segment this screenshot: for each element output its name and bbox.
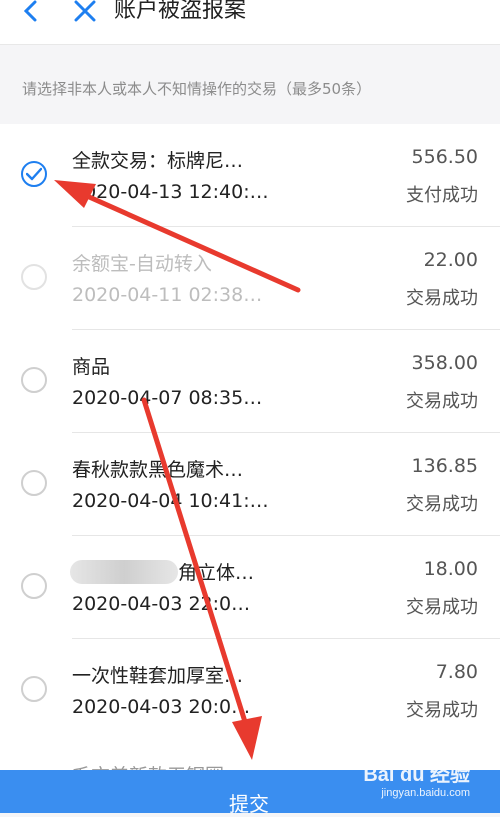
transaction-row[interactable]: 商品 2020-04-07 08:35… 358.00 交易成功 <box>0 330 500 433</box>
transaction-list: 全款交易：标牌尼… 2020-04-13 12:40:… 556.50 支付成功… <box>0 124 500 742</box>
transaction-time: 2020-04-07 08:35… <box>72 387 263 409</box>
transaction-status: 交易成功 <box>406 597 478 618</box>
radio-icon[interactable] <box>21 573 47 599</box>
transaction-amount: 358.00 <box>411 352 478 374</box>
close-icon[interactable] <box>70 0 100 28</box>
transaction-name: 角立体… <box>178 562 255 584</box>
transaction-time: 2020-04-11 02:38… <box>72 284 263 306</box>
transaction-time: 2020-04-13 12:40:… <box>72 181 269 203</box>
transaction-row[interactable]: 角立体… 2020-04-03 22:0… 18.00 交易成功 <box>0 536 500 639</box>
transaction-row[interactable]: 一次性鞋套加厚室… 2020-04-03 20:0… 7.80 交易成功 <box>0 639 500 742</box>
transaction-amount: 136.85 <box>411 455 478 477</box>
transaction-amount: 22.00 <box>423 249 478 271</box>
transaction-status: 交易成功 <box>406 700 478 721</box>
transaction-name: 一次性鞋套加厚室… <box>72 665 244 687</box>
transaction-status: 支付成功 <box>406 185 478 206</box>
transaction-name: 全款交易：标牌尼… <box>72 150 244 172</box>
transaction-time: 2020-04-04 10:41:… <box>72 490 269 512</box>
page-title: 账户被盗报案 <box>114 0 247 23</box>
watermark-logo: Bai du 经验 jingyan.baidu.com <box>363 758 470 799</box>
checked-radio-icon[interactable] <box>21 161 47 187</box>
watermark-brand: Bai du 经验 <box>363 764 470 786</box>
transaction-amount: 556.50 <box>411 146 478 168</box>
transaction-row: 余额宝-自动转入 2020-04-11 02:38… 22.00 交易成功 <box>0 227 500 330</box>
transaction-amount: 18.00 <box>423 558 478 580</box>
radio-icon[interactable] <box>21 367 47 393</box>
transaction-name: 商品 <box>72 356 111 378</box>
transaction-name: 余额宝-自动转入 <box>72 253 212 275</box>
transaction-status: 交易成功 <box>406 288 478 309</box>
transaction-status: 交易成功 <box>406 494 478 515</box>
blurred-text <box>70 560 178 584</box>
radio-icon[interactable] <box>21 470 47 496</box>
transaction-time: 2020-04-03 22:0… <box>72 593 251 615</box>
radio-icon <box>21 264 47 290</box>
watermark-url: jingyan.baidu.com <box>381 787 470 799</box>
transaction-amount: 7.80 <box>435 661 478 683</box>
transaction-time: 2020-04-03 20:0… <box>72 696 251 718</box>
chevron-left-icon[interactable] <box>16 0 46 28</box>
transaction-name: 春秋款款黑色魔术… <box>72 459 244 481</box>
selection-hint: 请选择非本人或本人不知情操作的交易（最多50条） <box>22 80 372 98</box>
transaction-row[interactable]: 春秋款款黑色魔术… 2020-04-04 10:41:… 136.85 交易成功 <box>0 433 500 536</box>
radio-icon[interactable] <box>21 676 47 702</box>
transaction-row[interactable]: 全款交易：标牌尼… 2020-04-13 12:40:… 556.50 支付成功 <box>0 124 500 227</box>
navigation-bar: 账户被盗报案 <box>0 0 500 45</box>
transaction-status: 交易成功 <box>406 391 478 412</box>
